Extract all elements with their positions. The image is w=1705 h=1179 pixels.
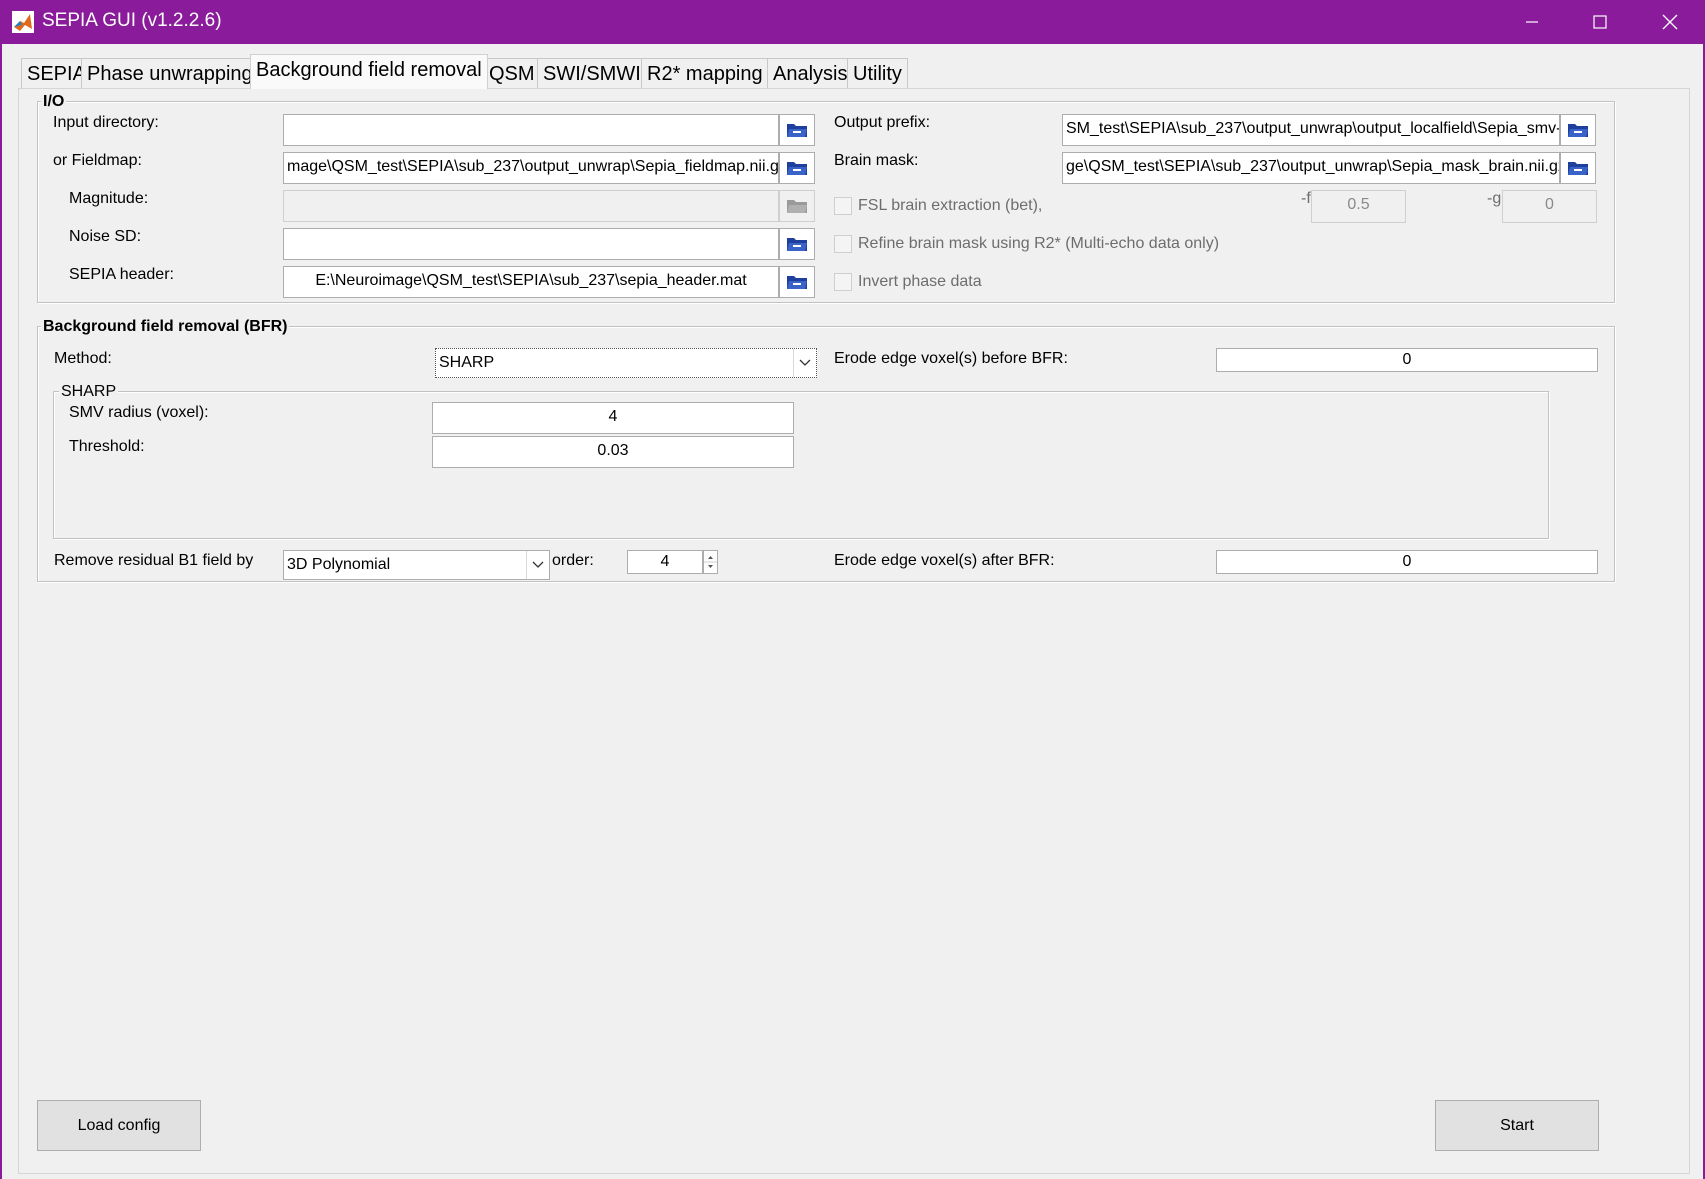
title-bar: SEPIA GUI (v1.2.2.6) [0, 0, 1705, 44]
matlab-icon [12, 11, 34, 33]
fsl-bet-label: FSL brain extraction (bet), [858, 197, 1043, 214]
sepia-header-label: SEPIA header: [69, 266, 174, 283]
refine-mask-checkbox[interactable] [834, 235, 852, 253]
output-prefix-browse-button[interactable] [1560, 114, 1596, 146]
folder-icon [787, 124, 807, 137]
erode-after-label: Erode edge voxel(s) after BFR: [834, 552, 1055, 569]
window-border-left [0, 44, 2, 1179]
input-directory-label: Input directory: [53, 114, 159, 131]
input-directory-browse-button[interactable] [779, 114, 815, 146]
brain-mask-label: Brain mask: [834, 152, 919, 169]
sepia-header-browse-button[interactable] [779, 266, 815, 298]
folder-icon [787, 200, 807, 213]
erode-before-label: Erode edge voxel(s) before BFR: [834, 350, 1068, 367]
folder-icon [787, 276, 807, 289]
folder-icon [1568, 124, 1588, 137]
invert-phase-checkbox[interactable] [834, 273, 852, 291]
io-panel-title: I/O [41, 93, 67, 111]
brain-mask-browse-button[interactable] [1560, 152, 1596, 184]
sharp-panel-title: SHARP [59, 383, 119, 401]
input-directory-field[interactable] [283, 114, 779, 146]
sepia-header-field[interactable]: E:\Neuroimage\QSM_test\SEPIA\sub_237\sep… [283, 266, 779, 298]
folder-icon [787, 238, 807, 251]
threshold-field[interactable]: 0.03 [432, 436, 794, 468]
order-label: order: [552, 552, 594, 569]
residual-b1-select-value: 3D Polynomial [287, 556, 391, 573]
invert-phase-label: Invert phase data [858, 273, 982, 290]
noise-sd-field[interactable] [283, 228, 779, 260]
start-button[interactable]: Start [1435, 1100, 1599, 1151]
load-config-button[interactable]: Load config [37, 1100, 201, 1151]
tab-r2star-mapping[interactable]: R2* mapping [641, 58, 769, 88]
sharp-panel [53, 391, 1549, 539]
folder-icon [787, 162, 807, 175]
fieldmap-browse-button[interactable] [779, 152, 815, 184]
tab-utility[interactable]: Utility [847, 58, 908, 88]
output-prefix-field[interactable]: SM_test\SEPIA\sub_237\output_unwrap\outp… [1062, 114, 1560, 146]
smv-radius-field[interactable]: 4 [432, 402, 794, 434]
residual-b1-select[interactable]: 3D Polynomial [283, 550, 550, 580]
smv-radius-label: SMV radius (voxel): [69, 404, 209, 421]
tab-swi-smwi[interactable]: SWI/SMWI [537, 58, 647, 88]
chevron-down-icon[interactable] [526, 551, 549, 579]
tab-phase-unwrapping[interactable]: Phase unwrapping [81, 58, 259, 88]
close-icon[interactable] [1648, 0, 1692, 44]
bet-f-label: -f [1301, 190, 1311, 207]
bet-f-field: 0.5 [1311, 190, 1406, 223]
threshold-label: Threshold: [69, 438, 145, 455]
method-select-value: SHARP [439, 354, 495, 371]
refine-mask-label: Refine brain mask using R2* (Multi-echo … [858, 235, 1220, 252]
erode-after-field[interactable]: 0 [1216, 550, 1598, 574]
fsl-bet-checkbox[interactable] [834, 197, 852, 215]
erode-before-field[interactable]: 0 [1216, 348, 1598, 372]
magnitude-label: Magnitude: [69, 190, 149, 207]
chevron-down-icon[interactable] [793, 349, 816, 377]
magnitude-field [283, 190, 779, 222]
noise-sd-label: Noise SD: [69, 228, 142, 245]
fieldmap-field[interactable]: mage\QSM_test\SEPIA\sub_237\output_unwra… [283, 152, 779, 184]
bfr-panel-title: Background field removal (BFR) [41, 318, 290, 336]
folder-icon [1568, 162, 1588, 175]
tab-qsm[interactable]: QSM [483, 58, 541, 88]
residual-b1-label: Remove residual B1 field by [54, 552, 254, 569]
maximize-icon[interactable] [1578, 0, 1622, 44]
minimize-icon[interactable] [1510, 0, 1554, 44]
method-label: Method: [54, 350, 112, 367]
tab-analysis[interactable]: Analysis [767, 58, 854, 88]
bet-g-label: -g [1487, 190, 1502, 207]
magnitude-browse-button [779, 190, 815, 222]
brain-mask-field[interactable]: ge\QSM_test\SEPIA\sub_237\output_unwrap\… [1062, 152, 1560, 184]
bet-g-field: 0 [1502, 190, 1597, 223]
tab-background-field-removal[interactable]: Background field removal [250, 54, 488, 89]
method-select[interactable]: SHARP [435, 348, 817, 378]
fieldmap-label: or Fieldmap: [53, 152, 142, 169]
noise-sd-browse-button[interactable] [779, 228, 815, 260]
window-title: SEPIA GUI (v1.2.2.6) [42, 10, 222, 31]
output-prefix-label: Output prefix: [834, 114, 931, 131]
order-field[interactable]: 4 [627, 550, 703, 574]
stepper-arrows-icon [704, 556, 717, 568]
order-stepper[interactable] [703, 550, 718, 574]
